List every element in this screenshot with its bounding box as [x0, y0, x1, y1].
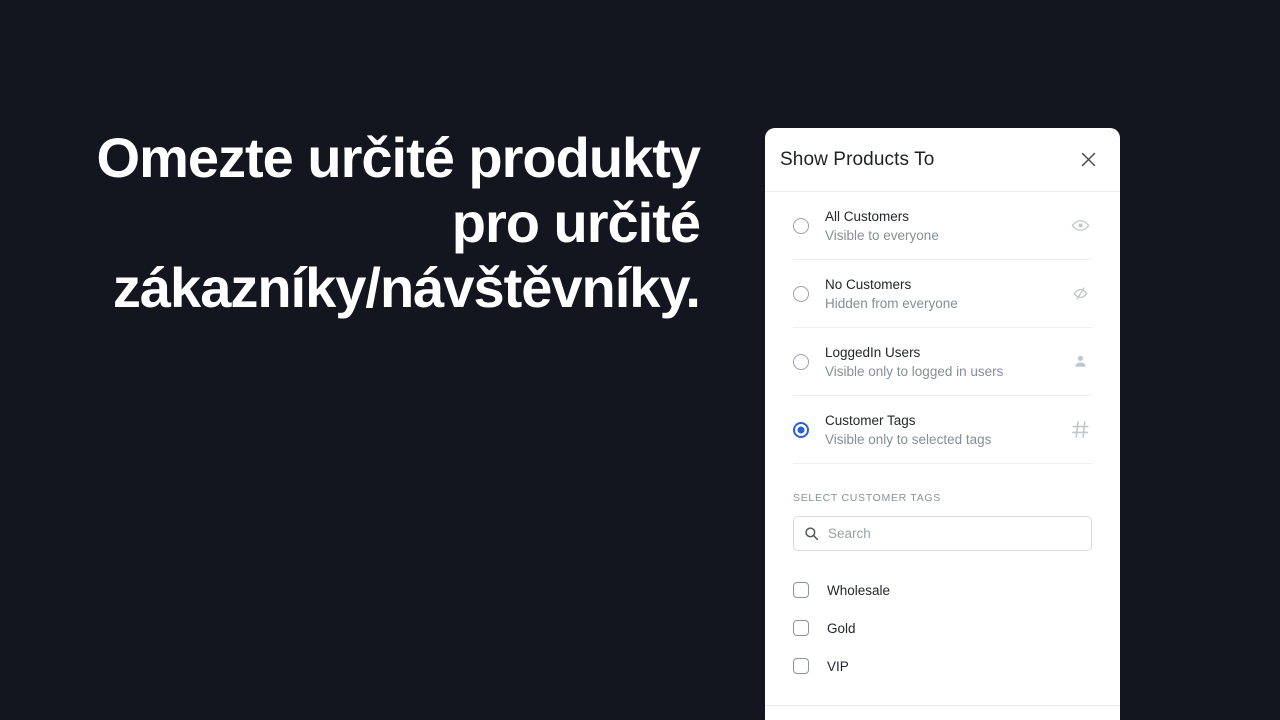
option-text: No Customers Hidden from everyone	[825, 275, 1068, 313]
option-label: All Customers	[825, 208, 910, 224]
select-customer-tags-label: SELECT CUSTOMER TAGS	[793, 492, 942, 504]
hash-icon	[1068, 419, 1092, 440]
option-row-loggedin-users[interactable]: LoggedIn Users Visible only to logged in…	[793, 328, 1092, 396]
radio-loggedin-users[interactable]	[793, 353, 809, 370]
tag-row-gold[interactable]: Gold	[793, 609, 1092, 647]
eye-off-icon	[1068, 284, 1092, 303]
option-row-all-customers[interactable]: All Customers Visible to everyone	[793, 192, 1092, 260]
option-label: Customer Tags	[825, 412, 916, 428]
checkbox-gold[interactable]	[793, 620, 809, 636]
option-text: Customer Tags Visible only to selected t…	[825, 411, 1068, 449]
search-icon	[804, 526, 819, 541]
tag-label: Wholesale	[827, 582, 891, 598]
customer-tag-list: Wholesale Gold VIP	[793, 571, 1092, 685]
tag-label: Gold	[827, 620, 856, 636]
modal-footer-divider	[765, 705, 1120, 706]
tag-label: VIP	[827, 658, 849, 674]
option-label: LoggedIn Users	[825, 344, 921, 360]
tag-row-vip[interactable]: VIP	[793, 647, 1092, 685]
option-description: Visible only to selected tags	[825, 431, 992, 447]
option-description: Visible only to logged in users	[825, 363, 1004, 379]
search-input[interactable]	[828, 526, 1081, 541]
radio-no-customers[interactable]	[793, 285, 809, 302]
option-text: All Customers Visible to everyone	[825, 207, 1068, 245]
option-description: Hidden from everyone	[825, 295, 958, 311]
modal-header: Show Products To	[765, 128, 1120, 192]
option-row-customer-tags[interactable]: Customer Tags Visible only to selected t…	[793, 396, 1092, 464]
tag-row-wholesale[interactable]: Wholesale	[793, 571, 1092, 609]
option-label: No Customers	[825, 276, 912, 292]
page-headline: Omezte určité produkty pro určité zákazn…	[96, 126, 701, 319]
radio-customer-tags[interactable]	[793, 421, 809, 438]
checkbox-vip[interactable]	[793, 658, 809, 674]
tag-search-box[interactable]	[793, 516, 1092, 551]
option-text: LoggedIn Users Visible only to logged in…	[825, 343, 1068, 381]
modal-title: Show Products To	[780, 148, 935, 170]
option-description: Visible to everyone	[825, 227, 939, 243]
close-icon[interactable]	[1074, 146, 1102, 174]
visibility-options-list: All Customers Visible to everyone No Cus…	[765, 192, 1120, 464]
eye-icon	[1068, 216, 1092, 235]
checkbox-wholesale[interactable]	[793, 582, 809, 598]
show-products-to-modal: Show Products To All Customers Visible t…	[765, 128, 1120, 720]
person-icon	[1068, 352, 1092, 371]
select-customer-tags-section: SELECT CUSTOMER TAGS Wholesale Gold	[765, 464, 1120, 685]
radio-all-customers[interactable]	[793, 217, 809, 234]
option-row-no-customers[interactable]: No Customers Hidden from everyone	[793, 260, 1092, 328]
